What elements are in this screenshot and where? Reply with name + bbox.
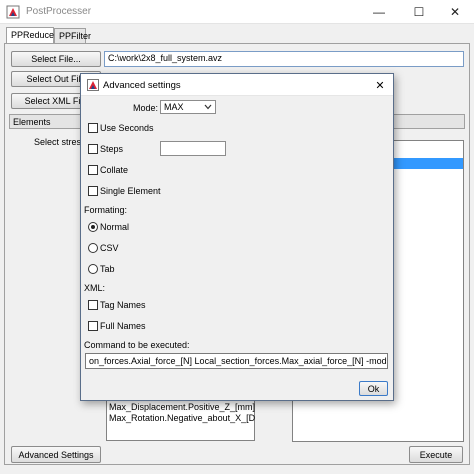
steps-input[interactable] [160,141,226,156]
maximize-button[interactable]: ☐ [400,0,438,24]
left-list[interactable]: Max_Displacement.Positive_Z_[mm] Max_Rot… [106,396,255,441]
list-item[interactable]: Max_Displacement.Positive_Z_[mm] [107,402,255,413]
tab-ppfilter[interactable]: PPFilter [54,28,91,43]
format-tab-label: Tab [100,264,115,274]
format-csv-label: CSV [100,243,119,253]
full-names-label: Full Names [100,321,146,331]
advanced-settings-button[interactable]: Advanced Settings [11,446,101,463]
list-item[interactable]: Max_Rotation.Negative_about_X_[D [107,413,255,424]
mode-value: MAX [164,102,184,112]
use-seconds-checkbox[interactable] [88,123,98,133]
mode-select[interactable]: MAX [160,100,216,114]
command-field[interactable]: on_forces.Axial_force_[N] Local_section_… [85,353,388,369]
select-stress-label: Select stress [34,137,86,147]
collate-label: Collate [100,165,129,175]
mode-label: Mode: [133,103,159,113]
format-normal-radio[interactable] [88,222,98,232]
window-title: PostProcesser [26,6,92,17]
format-tab-radio[interactable] [88,264,98,274]
formating-label: Formating: [84,205,128,215]
xml-label: XML: [84,283,106,293]
steps-label: Steps [100,144,124,154]
execute-button[interactable]: Execute [409,446,463,463]
dialog-close-icon[interactable]: ✕ [371,77,389,93]
select-file-button[interactable]: Select File... [11,51,101,67]
tag-names-label: Tag Names [100,300,146,310]
advanced-settings-dialog: Advanced settings ✕ Mode: MAX Use Second… [80,73,394,401]
single-element-label: Single Element [100,186,161,196]
command-label: Command to be executed: [84,340,190,350]
java-app-icon [87,79,99,91]
java-app-icon [6,5,20,19]
format-csv-radio[interactable] [88,243,98,253]
file-path-field[interactable]: C:\work\2x8_full_system.avz [104,51,464,67]
tag-names-checkbox[interactable] [88,300,98,310]
use-seconds-label: Use Seconds [100,123,154,133]
collate-checkbox[interactable] [88,165,98,175]
tab-ppreduce[interactable]: PPReduce [6,27,54,44]
minimize-button[interactable]: — [360,0,398,24]
dialog-title: Advanced settings [103,80,181,91]
format-normal-label: Normal [100,222,130,232]
single-element-checkbox[interactable] [88,186,98,196]
chevron-down-icon [204,104,212,110]
full-names-checkbox[interactable] [88,321,98,331]
ok-button[interactable]: Ok [359,381,388,396]
close-button[interactable]: ✕ [436,0,474,24]
steps-checkbox[interactable] [88,144,98,154]
